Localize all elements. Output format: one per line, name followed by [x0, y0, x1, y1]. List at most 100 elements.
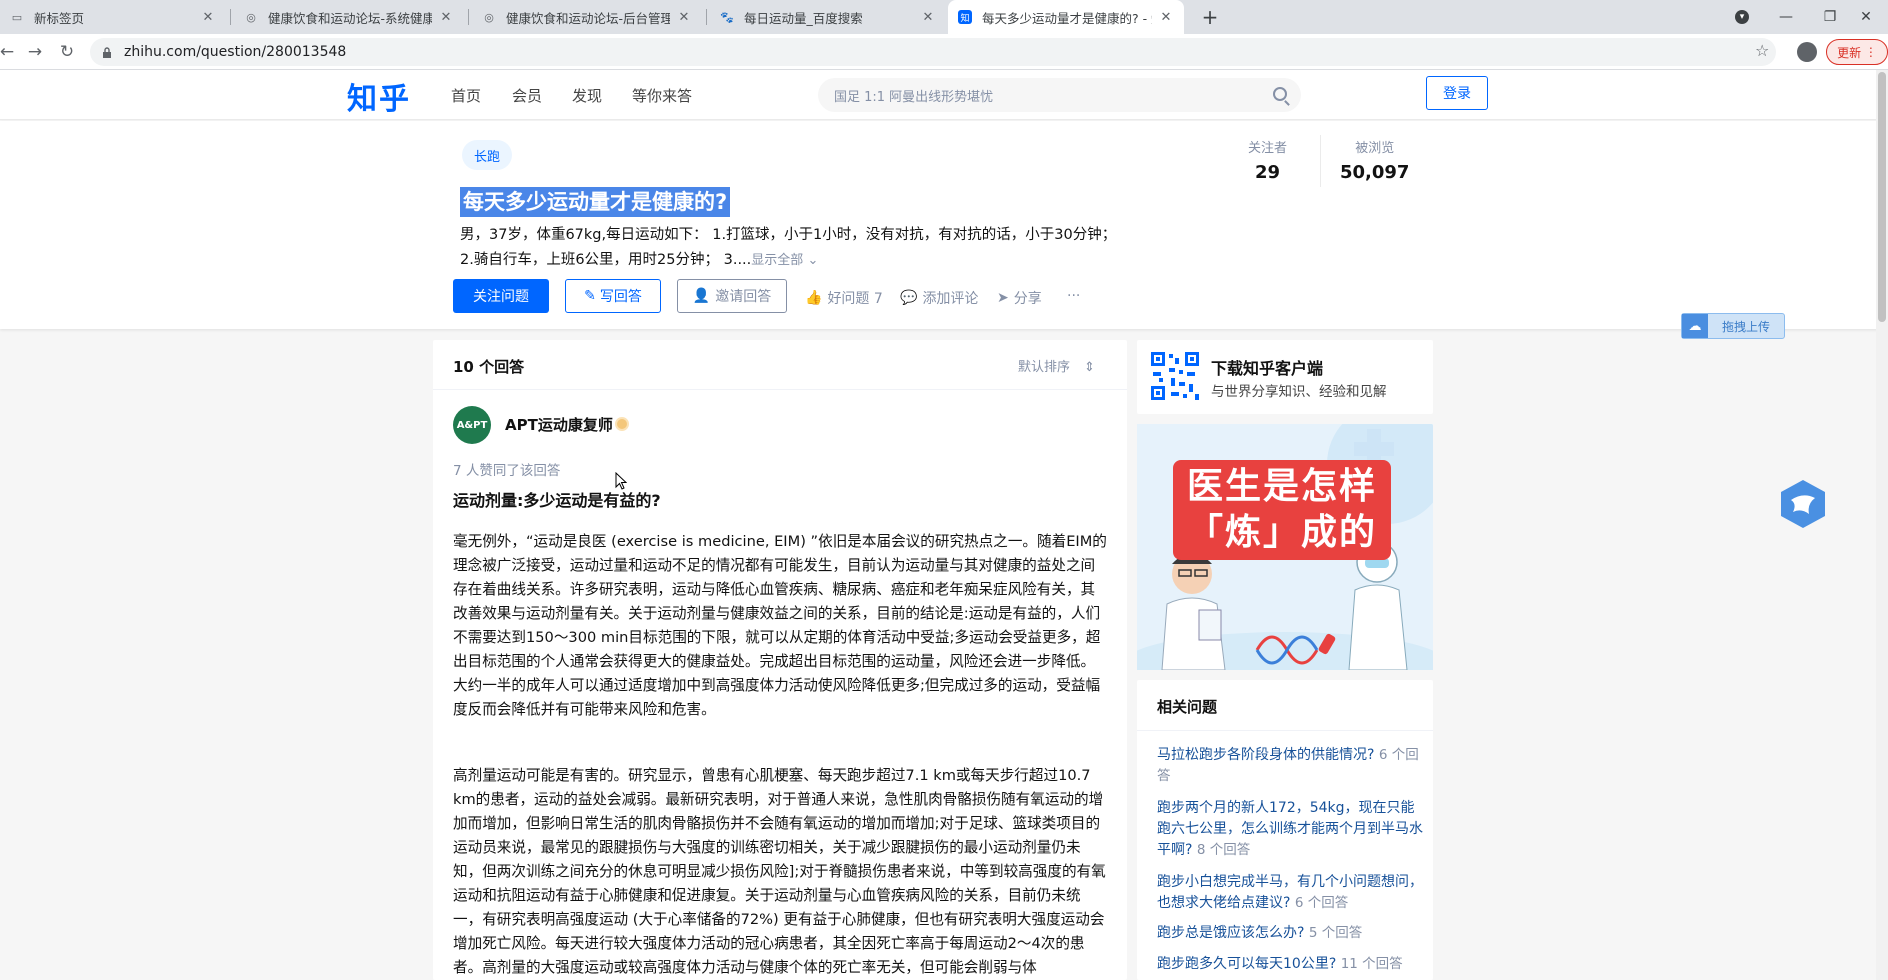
new-tab-button[interactable]: + — [1196, 0, 1224, 34]
thumbs-up-icon: 👍 — [805, 290, 823, 306]
views-stat: 被浏览 50,097 — [1340, 137, 1409, 183]
question-detail-line2-wrap: 2.骑自行车，上班6公里，用时25分钟； 3....显示全部 ⌄ — [460, 248, 1130, 273]
related-questions: 相关问题 马拉松跑步各阶段身体的供能情况? 6 个回答 跑步两个月的新人172，… — [1137, 680, 1433, 980]
scrollbar-thumb[interactable] — [1878, 72, 1886, 322]
followers-count: 29 — [1254, 162, 1281, 183]
back-icon[interactable]: ← — [0, 40, 20, 64]
related-question-item[interactable]: 跑步小白想完成半马，有几个小问题想问，也想求大佬给点建议? 6 个回答 — [1157, 872, 1425, 914]
profile-avatar-icon[interactable] — [1797, 42, 1817, 62]
browser-tab-baidu[interactable]: 🐾 每日运动量_百度搜索 ✕ — [710, 0, 946, 34]
tab-title: 新标签页 — [34, 10, 85, 26]
comment-icon: 💬 — [900, 290, 918, 306]
nav-waiting[interactable]: 等你来答 — [632, 85, 692, 106]
sort-label: 默认排序 — [1018, 360, 1071, 375]
more-button[interactable]: ··· — [1067, 288, 1080, 304]
related-answer-count: 11 个回答 — [1340, 956, 1403, 972]
tab-search-icon[interactable]: ▾ — [1720, 0, 1764, 34]
browser-tabbar: ▭ 新标签页 ✕ ◎ 健康饮食和运动论坛-系统健康饮 ✕ ◎ 健康饮食和运动论坛… — [0, 0, 1888, 34]
answer-paragraph: 毫无例外，“运动是良医 (exercise is medicine, EIM) … — [453, 533, 1107, 718]
avatar[interactable]: A&PT — [453, 406, 491, 444]
close-icon[interactable]: ✕ — [920, 10, 936, 25]
close-window-icon[interactable]: ✕ — [1844, 0, 1888, 34]
zhihu-favicon-icon: 知 — [958, 10, 972, 24]
bookmark-star-icon[interactable]: ☆ — [1755, 41, 1769, 60]
browser-toolbar: ← → ↻ zhihu.com/question/280013548 ☆ 更新 … — [0, 34, 1888, 70]
close-icon[interactable]: ✕ — [200, 10, 216, 25]
divider — [1137, 730, 1433, 731]
ad-line2: 「炼」成的 — [1186, 512, 1377, 553]
author-name[interactable]: APT运动康复师 — [505, 414, 613, 435]
likes-note: 7 人赞同了该回答 — [453, 463, 561, 479]
page-scrollbar[interactable] — [1876, 70, 1888, 980]
forward-icon[interactable]: → — [22, 40, 48, 64]
zhihu-logo[interactable]: 知乎 — [347, 74, 411, 118]
address-bar[interactable]: zhihu.com/question/280013548 — [90, 38, 1776, 66]
close-icon[interactable]: ✕ — [1158, 10, 1174, 25]
browser-tab-newtab[interactable]: ▭ 新标签页 ✕ — [0, 0, 226, 34]
add-comment-label: 添加评论 — [922, 291, 979, 307]
related-question-link[interactable]: 跑步总是饿应该怎么办? — [1157, 925, 1304, 941]
url-text: zhihu.com/question/280013548 — [124, 44, 347, 60]
browser-tab-forum[interactable]: ◎ 健康饮食和运动论坛-系统健康饮 ✕ — [234, 0, 464, 34]
search-icon[interactable] — [1273, 87, 1287, 101]
add-user-icon: 👤 — [692, 288, 711, 304]
topic-tag[interactable]: 长跑 — [462, 140, 513, 170]
nav-vip[interactable]: 会员 — [512, 85, 542, 106]
reload-icon[interactable]: ↻ — [54, 40, 80, 64]
download-app-card[interactable]: 下载知乎客户端 与世界分享知识、经验和见解 — [1137, 340, 1433, 414]
related-question-link[interactable]: 跑步小白想完成半马，有几个小问题想问，也想求大佬给点建议? — [1157, 874, 1423, 911]
share-button[interactable]: ➤ 分享 — [997, 288, 1042, 308]
close-icon[interactable]: ✕ — [676, 10, 692, 25]
cloud-icon: ☁ — [1682, 314, 1708, 338]
write-answer-label: 写回答 — [599, 289, 642, 305]
update-button[interactable]: 更新 ⋮ — [1826, 39, 1888, 65]
show-all-link[interactable]: 显示全部 ⌄ — [751, 253, 818, 268]
nav-explore[interactable]: 发现 — [572, 85, 602, 106]
followers-label: 关注者 — [1248, 141, 1288, 156]
close-icon[interactable]: ✕ — [438, 10, 454, 25]
search-input[interactable]: 国足 1:1 阿曼出线形势堪忧 — [818, 78, 1301, 112]
question-detail-line1: 男，37岁，体重67kg,每日运动如下： 1.打篮球，小于1小时，没有对抗，有对… — [460, 227, 1117, 243]
ad-banner[interactable]: 医生是怎样 「炼」成的 — [1137, 424, 1433, 670]
tab-separator — [706, 9, 707, 25]
related-answer-count: 6 个回答 — [1294, 895, 1349, 911]
globe-icon: ◎ — [484, 10, 494, 24]
minimize-icon[interactable]: — — [1764, 0, 1808, 34]
invite-answer-button[interactable]: 👤 邀请回答 — [677, 279, 787, 313]
related-question-item[interactable]: 跑步总是饿应该怎么办? 5 个回答 — [1157, 923, 1425, 944]
download-subtitle: 与世界分享知识、经验和见解 — [1211, 384, 1387, 400]
sort-arrows-icon: ⇕ — [1084, 360, 1095, 375]
question-header: 长跑 每天多少运动量才是健康的? 男，37岁，体重67kg,每日运动如下： 1.… — [0, 121, 1888, 329]
good-question-button[interactable]: 👍 好问题 7 — [805, 288, 883, 308]
views-label: 被浏览 — [1355, 141, 1395, 156]
add-comment-button[interactable]: 💬 添加评论 — [900, 288, 978, 308]
ad-line1: 医生是怎样 — [1186, 466, 1377, 507]
tab-separator — [230, 9, 231, 25]
related-question-link[interactable]: 马拉松跑步各阶段身体的供能情况? — [1157, 747, 1374, 763]
search-placeholder: 国足 1:1 阿曼出线形势堪忧 — [834, 89, 994, 105]
answer-count: 10 个回答 — [453, 358, 525, 376]
answer-subtitle: 运动剂量:多少运动是有益的? — [453, 491, 661, 510]
related-question-item[interactable]: 马拉松跑步各阶段身体的供能情况? 6 个回答 — [1157, 745, 1425, 787]
nav-home[interactable]: 首页 — [451, 85, 481, 106]
show-all-label: 显示全部 — [751, 253, 804, 268]
floating-assistant-icon[interactable] — [1777, 478, 1829, 530]
sort-dropdown[interactable]: 默认排序 ⇕ — [1018, 356, 1095, 375]
more-icon: ··· — [1067, 288, 1081, 304]
write-answer-button[interactable]: ✎ 写回答 — [565, 279, 661, 313]
related-answer-count: 5 个回答 — [1308, 925, 1363, 941]
login-button[interactable]: 登录 — [1426, 76, 1488, 110]
answers-list: 10 个回答 默认排序 ⇕ A&PT APT运动康复师 7 人赞同了该回答 运动剂… — [433, 340, 1127, 980]
drag-upload-widget[interactable]: ☁ 拖拽上传 — [1681, 313, 1785, 339]
chevron-down-icon: ⌄ — [807, 253, 819, 268]
download-title: 下载知乎客户端 — [1211, 359, 1324, 378]
related-question-item[interactable]: 跑步跑多久可以每天10公里? 11 个回答 — [1157, 954, 1425, 975]
related-question-link[interactable]: 跑步跑多久可以每天10公里? — [1157, 956, 1336, 972]
related-title: 相关问题 — [1157, 698, 1218, 716]
browser-tab-zhihu[interactable]: 知 每天多少运动量才是健康的? - 知 ✕ — [948, 0, 1184, 34]
tab-title: 健康饮食和运动论坛-后台管理系 — [506, 10, 670, 26]
browser-tab-admin[interactable]: ◎ 健康饮食和运动论坛-后台管理系 ✕ — [472, 0, 702, 34]
share-icon: ➤ — [997, 290, 1009, 306]
follow-question-button[interactable]: 关注问题 — [453, 279, 549, 313]
related-question-item[interactable]: 跑步两个月的新人172，54kg，现在只能跑六七公里，怎么训练才能两个月到半马水… — [1157, 798, 1425, 861]
